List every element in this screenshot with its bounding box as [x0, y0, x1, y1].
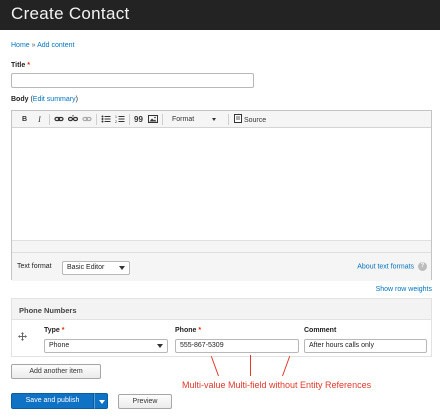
phone-numbers-header: Phone Numbers	[11, 298, 432, 320]
save-and-publish-button[interactable]: Save and publish	[11, 393, 94, 409]
source-button[interactable]: Source	[234, 114, 274, 125]
comment-label-text: Comment	[304, 327, 337, 334]
edit-summary-link[interactable]: Edit summary	[33, 96, 76, 103]
title-input[interactable]	[11, 73, 254, 88]
anchor-icon[interactable]	[81, 114, 92, 125]
chevron-down-icon	[99, 400, 105, 404]
svg-text:1: 1	[115, 115, 117, 119]
comment-input[interactable]: After hours calls only	[304, 339, 427, 353]
type-select[interactable]: Phone	[44, 339, 168, 353]
body-label-text: Body	[11, 96, 29, 103]
title-label-text: Title	[11, 62, 26, 69]
help-icon[interactable]: ?	[418, 262, 427, 271]
page-header: Create Contact	[0, 0, 440, 30]
format-dropdown-label: Format	[172, 116, 195, 123]
svg-text:2: 2	[115, 120, 117, 124]
required-marker: *	[198, 327, 202, 334]
chevron-down-icon	[119, 266, 125, 270]
toolbar-divider	[129, 114, 130, 125]
required-marker: *	[27, 62, 30, 69]
toolbar-divider	[96, 114, 97, 125]
phone-numbers-heading: Phone Numbers	[19, 306, 77, 315]
page-title: Create Contact	[11, 4, 130, 23]
text-format-row: Text format Basic Editor About text form…	[12, 252, 431, 281]
unlink-icon[interactable]	[67, 114, 78, 125]
text-format-label: Text format	[17, 263, 52, 270]
breadcrumb-add-content-link[interactable]: Add content	[37, 42, 74, 49]
title-label: Title *	[11, 62, 30, 69]
editor-content-area[interactable]	[12, 128, 431, 240]
type-label-text: Type	[44, 327, 60, 334]
numbered-list-icon[interactable]: 12	[114, 114, 125, 125]
toolbar-divider	[162, 114, 163, 125]
text-format-select[interactable]: Basic Editor	[62, 261, 130, 275]
phone-label-text: Phone	[175, 327, 197, 334]
phone-column-label: Phone *	[175, 327, 201, 334]
add-another-item-button[interactable]: Add another item	[11, 364, 101, 379]
show-row-weights-link[interactable]: Show row weights	[376, 286, 432, 293]
body-label: Body (Edit summary)	[11, 96, 78, 103]
type-select-value: Phone	[49, 342, 70, 349]
about-text-formats: About text formats ?	[357, 262, 427, 271]
body-editor: B I 12 99 Format Source Text format Basi…	[11, 110, 432, 281]
about-text-formats-link[interactable]: About text formats	[357, 263, 414, 270]
annotation-line	[210, 356, 219, 377]
toolbar-divider	[49, 114, 50, 125]
italic-button[interactable]: I	[35, 114, 44, 125]
annotation-text: Multi-value Multi-field without Entity R…	[182, 380, 372, 390]
required-marker: *	[61, 327, 65, 334]
breadcrumb: Home » Add content	[11, 42, 74, 49]
table-row: Type * Phone Phone * 555-867-5309 Commen…	[11, 320, 432, 357]
text-format-value: Basic Editor	[67, 264, 105, 271]
breadcrumb-separator: »	[31, 42, 36, 49]
breadcrumb-home-link[interactable]: Home	[11, 42, 30, 49]
bulleted-list-icon[interactable]	[100, 114, 111, 125]
phone-input[interactable]: 555-867-5309	[175, 339, 299, 353]
editor-status-bar	[12, 240, 431, 252]
link-icon[interactable]	[53, 114, 64, 125]
annotation-line	[250, 355, 251, 376]
editor-toolbar: B I 12 99 Format Source	[12, 111, 431, 128]
edit-summary-close: )	[75, 96, 78, 103]
comment-column-label: Comment	[304, 327, 336, 334]
format-dropdown[interactable]: Format	[172, 114, 222, 125]
bold-button[interactable]: B	[20, 114, 29, 125]
blockquote-icon[interactable]: 99	[133, 114, 144, 125]
drag-handle-icon[interactable]	[18, 332, 27, 343]
type-column-label: Type *	[44, 327, 65, 334]
source-document-icon	[234, 114, 242, 127]
annotation-line	[282, 356, 291, 377]
source-button-label: Source	[243, 117, 267, 124]
toolbar-divider	[228, 114, 229, 125]
chevron-down-icon	[157, 344, 163, 348]
preview-button[interactable]: Preview	[118, 394, 172, 409]
chevron-down-icon	[212, 118, 216, 121]
image-icon[interactable]	[147, 114, 158, 125]
save-options-toggle[interactable]	[94, 393, 108, 409]
